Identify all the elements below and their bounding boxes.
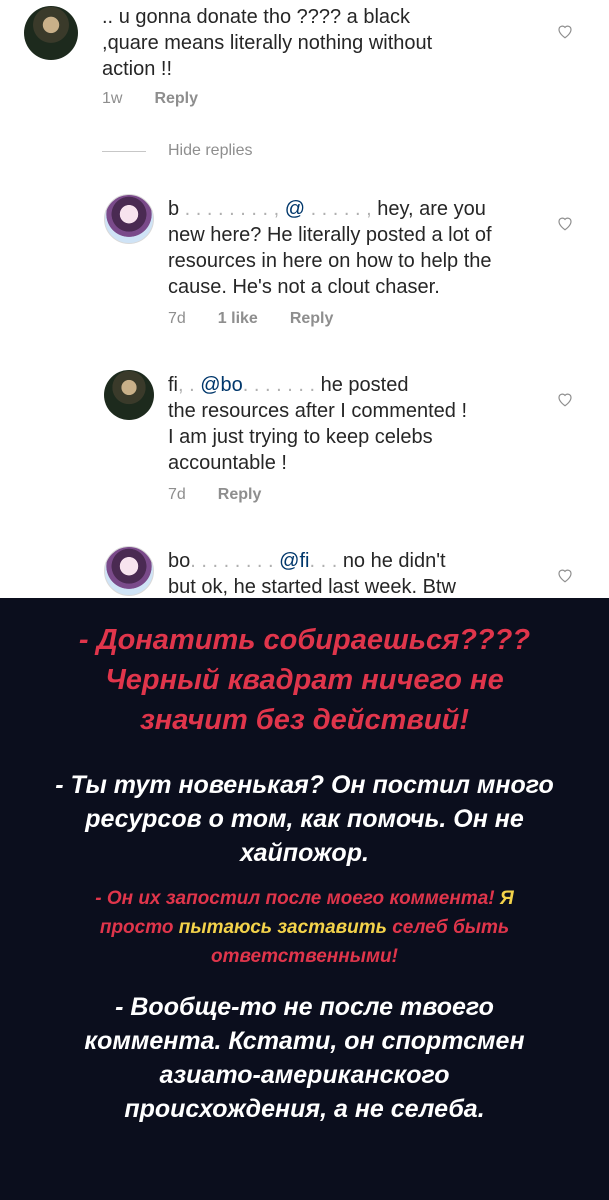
comments-screenshot: .. u gonna donate tho ???? a black ,quar…: [0, 0, 609, 598]
comment-time: 1w: [102, 90, 123, 107]
hide-replies-toggle[interactable]: Hide replies: [102, 142, 252, 160]
comment-username[interactable]: ..: [102, 6, 113, 28]
translation-panel: - Донатить собираешься???? Черный квадра…: [0, 598, 609, 1200]
translation-block-1: - Донатить собираешься???? Черный квадра…: [78, 624, 531, 736]
avatar[interactable]: [104, 546, 154, 596]
mention-link[interactable]: @bo: [200, 374, 243, 396]
comment-text: .. u gonna donate tho ???? a black ,quar…: [102, 6, 433, 80]
translation-block-4: - Вообще-то не после твоего коммента. Кс…: [84, 993, 525, 1123]
divider: [102, 150, 146, 152]
heart-icon[interactable]: [556, 390, 574, 408]
comment-text: b . . . . . . . . , @ . . . . . , hey, a…: [168, 198, 492, 298]
translation-block-3: - Он их запостил после моего коммента! Я…: [95, 888, 514, 967]
translation-block-2: - Ты тут новенькая? Он постил много ресу…: [55, 771, 554, 867]
comment-text: bo. . . . . . . . @fi. . . no he didn't …: [168, 550, 456, 598]
mention-link[interactable]: @fi: [279, 550, 309, 572]
comment-username[interactable]: b: [168, 198, 179, 220]
avatar[interactable]: [104, 194, 154, 244]
mention-link[interactable]: @: [285, 198, 305, 220]
comment-meta: 1w Reply: [102, 90, 198, 108]
comment-username[interactable]: bo: [168, 550, 190, 572]
comment-username[interactable]: fi: [168, 374, 178, 396]
reply-button[interactable]: Reply: [290, 310, 334, 328]
comment-time: 7d: [168, 310, 186, 327]
comment-meta: 7d Reply: [168, 486, 261, 504]
heart-icon[interactable]: [556, 566, 574, 584]
likes-count[interactable]: 1 like: [218, 310, 258, 328]
avatar[interactable]: [24, 6, 78, 60]
comment-text: fi, . @bo. . . . . . . he posted the res…: [168, 374, 468, 474]
reply-button[interactable]: Reply: [218, 486, 262, 504]
reply-button[interactable]: Reply: [154, 90, 198, 108]
avatar[interactable]: [104, 370, 154, 420]
hide-replies-label[interactable]: Hide replies: [168, 142, 252, 160]
comment-meta: 7d 1 like Reply: [168, 310, 333, 328]
heart-icon[interactable]: [556, 214, 574, 232]
comment-time: 7d: [168, 486, 186, 503]
heart-icon[interactable]: [556, 22, 574, 40]
